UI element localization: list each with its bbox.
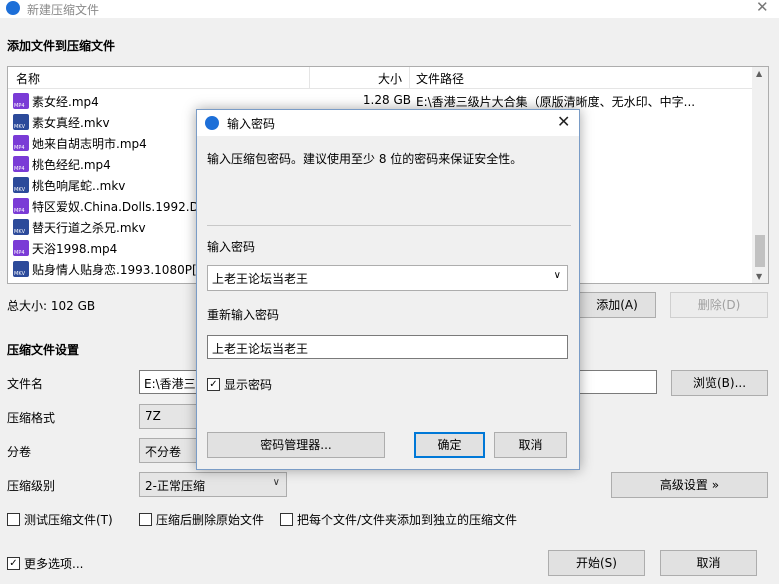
column-path[interactable]: 文件路径 [416,70,464,87]
file-path: E:\香港三级片大合集（原版清晰度、无水印、中字... [416,95,696,109]
show-password-label: 显示密码 [224,378,273,392]
scroll-up-icon[interactable]: ▲ [756,69,762,78]
delete-after-label: 压缩后删除原始文件 [156,513,265,527]
advanced-settings-button[interactable]: 高级设置 » [611,472,768,498]
divider [207,225,571,226]
level-select[interactable]: 2-正常压缩 ∨ [139,472,287,497]
checkbox-box [280,513,293,526]
file-type-badge: MKV [14,271,26,277]
format-label: 压缩格式 [7,411,56,425]
file-list-header: 名称 大小 文件路径 [8,67,753,89]
file-type-badge: MP4 [14,208,25,214]
mp4-file-icon: MP4 [13,198,29,214]
checkbox-box [7,513,20,526]
file-type-badge: MKV [14,187,26,193]
browse-button[interactable]: 浏览(B)... [671,370,768,396]
mkv-file-icon: MKV [13,219,29,235]
cancel-button[interactable]: 取消 [660,550,757,576]
more-options-label: 更多选项... [24,557,84,571]
password-value: 上老王论坛当老王 [212,272,309,286]
test-archive-label: 测试压缩文件(T) [24,513,113,527]
file-name: 素女真经.mkv [32,116,110,130]
separate-archives-checkbox[interactable]: 把每个文件/文件夹添加到独立的压缩文件 [280,511,517,528]
volume-label: 分卷 [7,445,32,459]
file-size: 1.28 GB [362,93,411,107]
mp4-file-icon: MP4 [13,93,29,109]
password-input[interactable]: 上老王论坛当老王 ∨ [207,265,568,291]
file-type-badge: MP4 [14,103,25,109]
column-size[interactable]: 大小 [378,70,402,87]
file-name: 贴身情人贴身恋.1993.1080P[微 [32,263,209,277]
add-files-heading: 添加文件到压缩文件 [7,39,116,53]
delete-button[interactable]: 删除(D) [670,292,768,318]
column-name[interactable]: 名称 [16,70,40,87]
vertical-scrollbar[interactable]: ▲ ▼ [752,67,768,283]
app-icon [6,1,20,15]
confirm-password-input[interactable]: 上老王论坛当老王 [207,335,568,359]
title-bar: 新建压缩文件 ✕ [0,0,779,18]
mkv-file-icon: MKV [13,261,29,277]
volume-value: 不分卷 [145,445,182,459]
file-name: 桃色响尾蛇..mkv [32,179,126,193]
scroll-down-icon[interactable]: ▼ [756,272,762,281]
app-icon [205,116,219,130]
window-title: 新建压缩文件 [27,3,100,17]
file-name: 桃色经纪.mp4 [32,158,111,172]
file-name: 素女经.mp4 [32,95,99,109]
separate-archives-label: 把每个文件/文件夹添加到独立的压缩文件 [297,513,518,527]
delete-after-checkbox[interactable]: 压缩后删除原始文件 [139,511,264,528]
check-icon: ✓ [7,557,20,570]
checkbox-box [139,513,152,526]
test-archive-checkbox[interactable]: 测试压缩文件(T) [7,511,113,528]
chevron-down-icon[interactable]: ∨ [554,270,561,281]
ok-button[interactable]: 确定 [414,432,485,458]
dialog-title: 输入密码 [227,117,276,131]
column-divider[interactable] [309,67,310,89]
settings-heading: 压缩文件设置 [7,343,80,357]
filename-label: 文件名 [7,377,44,391]
mp4-file-icon: MP4 [13,135,29,151]
file-name: 替天行道之杀兄.mkv [32,221,146,235]
close-icon[interactable]: ✕ [756,0,769,16]
mp4-file-icon: MP4 [13,156,29,172]
dialog-title-bar: 输入密码 ✕ [197,110,579,136]
compress-window: 新建压缩文件 ✕ 添加文件到压缩文件 名称 大小 文件路径 MP4 素女经.mp4… [0,0,779,584]
file-type-badge: MP4 [14,250,25,256]
password-dialog: 输入密码 ✕ 输入压缩包密码。建议使用至少 8 位的密码来保证安全性。 输入密码… [196,109,580,470]
add-button[interactable]: 添加(A) [578,292,656,318]
confirm-password-label: 重新输入密码 [207,308,280,322]
file-name: 天浴1998.mp4 [32,242,118,256]
column-divider[interactable] [409,67,410,89]
file-type-badge: MKV [14,124,26,130]
file-type-badge: MP4 [14,145,25,151]
password-manager-button[interactable]: 密码管理器... [207,432,385,458]
file-type-badge: MKV [14,229,26,235]
dialog-description: 输入压缩包密码。建议使用至少 8 位的密码来保证安全性。 [207,152,523,166]
level-value: 2-正常压缩 [145,479,205,493]
file-type-badge: MP4 [14,166,25,172]
password-label: 输入密码 [207,240,256,254]
mkv-file-icon: MKV [13,114,29,130]
more-options-checkbox[interactable]: ✓ 更多选项... [7,555,83,572]
close-icon[interactable]: ✕ [557,112,570,131]
file-name: 她来自胡志明市.mp4 [32,137,147,151]
file-name: 特区爱奴.China.Dolls.1992.DV [32,200,207,214]
start-button[interactable]: 开始(S) [548,550,645,576]
chevron-down-icon: ∨ [272,477,280,488]
total-size: 总大小: 102 GB [7,299,96,313]
format-value: 7Z [145,409,161,423]
mkv-file-icon: MKV [13,177,29,193]
scroll-thumb[interactable] [755,235,765,267]
show-password-checkbox[interactable]: ✓ 显示密码 [207,376,272,393]
mp4-file-icon: MP4 [13,240,29,256]
level-label: 压缩级别 [7,479,56,493]
check-icon: ✓ [207,378,220,391]
dialog-cancel-button[interactable]: 取消 [494,432,567,458]
